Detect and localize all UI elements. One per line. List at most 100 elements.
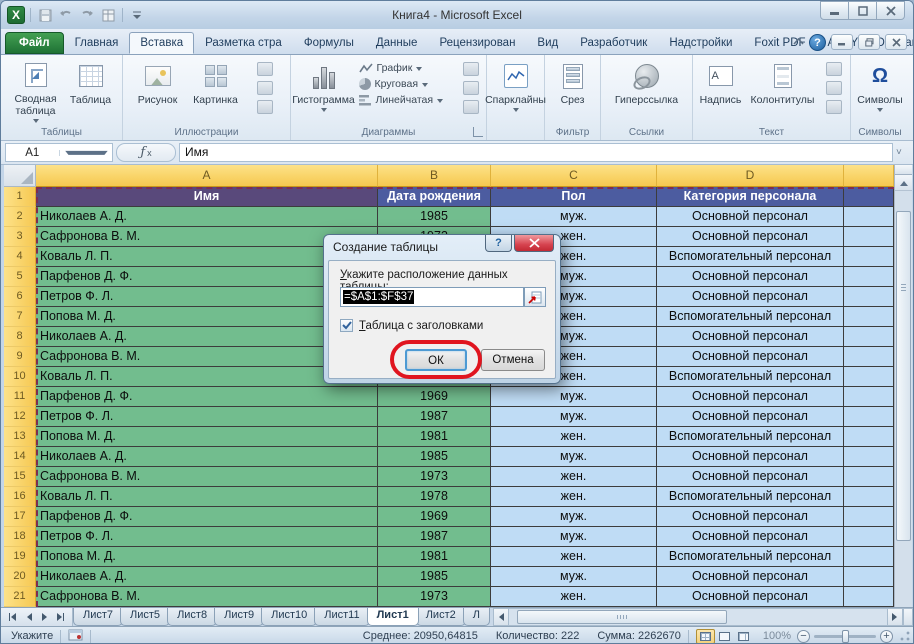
cell[interactable]: Вспомогательный персонал — [657, 487, 844, 507]
cell[interactable]: Петров Ф. Л. — [36, 407, 378, 427]
cell[interactable]: 1985 — [378, 567, 491, 587]
cell[interactable]: Сафронова В. М. — [36, 467, 378, 487]
row-header-12[interactable]: 12 — [4, 407, 36, 427]
ribbon-tab-разметка-стра[interactable]: Разметка стра — [194, 32, 293, 54]
ribbon-tab-формулы[interactable]: Формулы — [293, 32, 365, 54]
cell[interactable]: муж. — [491, 207, 657, 227]
sheet-tab-лист2[interactable]: Лист2 — [416, 608, 466, 626]
cell[interactable]: 1985 — [378, 207, 491, 227]
sheet-tab-лист11[interactable]: Лист11 — [314, 608, 369, 626]
row-header-20[interactable]: 20 — [4, 567, 36, 587]
cell[interactable]: 1969 — [378, 387, 491, 407]
cell[interactable]: жен. — [491, 587, 657, 607]
row-header-1[interactable]: 1 — [4, 187, 36, 207]
scatter-chart-icon[interactable] — [463, 81, 479, 95]
cell[interactable]: Парфенов Д. Ф. — [36, 387, 378, 407]
cell[interactable]: Основной персонал — [657, 507, 844, 527]
cell[interactable]: 1978 — [378, 487, 491, 507]
vertical-scroll-thumb[interactable] — [896, 211, 911, 541]
cell[interactable] — [844, 527, 894, 547]
cell[interactable] — [844, 387, 894, 407]
cell[interactable]: Пол — [491, 187, 657, 207]
hyperlink-button[interactable]: Гиперссылка — [607, 57, 687, 123]
cell[interactable]: 1973 — [378, 587, 491, 607]
cell[interactable]: Основной персонал — [657, 587, 844, 607]
minimize-button[interactable] — [820, 1, 849, 20]
cell[interactable]: муж. — [491, 567, 657, 587]
picture-button[interactable]: Рисунок — [130, 57, 186, 123]
cell[interactable] — [844, 427, 894, 447]
tab-split-handle[interactable] — [903, 608, 913, 626]
expand-formula-bar-icon[interactable]: ˅ — [896, 147, 909, 158]
cell[interactable] — [844, 327, 894, 347]
cell[interactable] — [844, 567, 894, 587]
dialog-help-button[interactable]: ? — [485, 235, 512, 252]
pie-chart-button[interactable]: Круговая — [355, 78, 457, 90]
headers-checkbox[interactable] — [340, 319, 353, 332]
zoom-slider[interactable] — [814, 635, 876, 638]
cell[interactable]: Коваль Л. П. — [36, 487, 378, 507]
cell[interactable]: жен. — [491, 467, 657, 487]
cell[interactable]: 1987 — [378, 407, 491, 427]
cell[interactable] — [844, 227, 894, 247]
cell[interactable]: Вспомогательный персонал — [657, 247, 844, 267]
row-header-2[interactable]: 2 — [4, 207, 36, 227]
signature-line-icon[interactable] — [826, 81, 842, 95]
vertical-scrollbar[interactable] — [894, 165, 912, 607]
ribbon-tab-надстройки[interactable]: Надстройки — [658, 32, 743, 54]
cell[interactable]: Основной персонал — [657, 567, 844, 587]
ribbon-tab-вставка[interactable]: Вставка — [129, 32, 194, 54]
range-picker-button[interactable] — [524, 287, 546, 307]
cancel-button[interactable]: Отмена — [481, 349, 545, 371]
ribbon-tab-файл[interactable]: Файл — [5, 32, 64, 54]
slicer-button[interactable]: Срез — [548, 57, 598, 123]
cell[interactable]: Вспомогательный персонал — [657, 307, 844, 327]
cell[interactable]: Категория персонала — [657, 187, 844, 207]
zoom-out-button[interactable]: − — [797, 630, 810, 643]
ribbon-tab-главная[interactable]: Главная — [64, 32, 130, 54]
restore-button[interactable] — [848, 1, 877, 20]
cell[interactable] — [844, 287, 894, 307]
collapse-ribbon-icon[interactable] — [793, 33, 804, 51]
cell[interactable] — [844, 447, 894, 467]
row-header-3[interactable]: 3 — [4, 227, 36, 247]
row-header-14[interactable]: 14 — [4, 447, 36, 467]
row-header-16[interactable]: 16 — [4, 487, 36, 507]
split-handle[interactable] — [895, 165, 912, 175]
page-break-view-button[interactable] — [734, 629, 753, 644]
shapes-icon[interactable] — [257, 62, 273, 76]
cell[interactable]: Сафронова В. М. — [36, 587, 378, 607]
last-sheet-icon[interactable] — [53, 610, 68, 625]
cell[interactable]: жен. — [491, 427, 657, 447]
row-header-4[interactable]: 4 — [4, 247, 36, 267]
sheet-tab-л[interactable]: Л — [463, 608, 490, 626]
range-input[interactable]: =$A$1:$F$37 — [340, 287, 524, 307]
cell[interactable]: Основной персонал — [657, 207, 844, 227]
cell[interactable]: муж. — [491, 387, 657, 407]
row-header-5[interactable]: 5 — [4, 267, 36, 287]
cell[interactable] — [844, 247, 894, 267]
sheet-tab-лист1[interactable]: Лист1 — [367, 608, 419, 626]
row-header-11[interactable]: 11 — [4, 387, 36, 407]
other-charts-icon[interactable] — [463, 100, 479, 114]
macro-record-icon[interactable] — [68, 629, 83, 644]
row-header-6[interactable]: 6 — [4, 287, 36, 307]
sheet-tab-лист8[interactable]: Лист8 — [167, 608, 217, 626]
row-header-18[interactable]: 18 — [4, 527, 36, 547]
row-header-8[interactable]: 8 — [4, 327, 36, 347]
name-box-dropdown-icon[interactable] — [59, 150, 113, 156]
select-all-corner[interactable] — [4, 165, 36, 187]
cell[interactable]: Основной персонал — [657, 227, 844, 247]
horizontal-scroll-track[interactable] — [509, 608, 887, 626]
formula-input[interactable]: Имя — [179, 143, 893, 162]
cell[interactable] — [844, 407, 894, 427]
cell[interactable]: Николаев А. Д. — [36, 447, 378, 467]
row-header-19[interactable]: 19 — [4, 547, 36, 567]
close-button[interactable] — [876, 1, 905, 20]
row-header-9[interactable]: 9 — [4, 347, 36, 367]
workbook-restore-button[interactable] — [858, 34, 880, 50]
cell[interactable]: муж. — [491, 447, 657, 467]
cell[interactable]: Вспомогательный персонал — [657, 367, 844, 387]
zoom-slider-thumb[interactable] — [842, 630, 849, 643]
normal-view-button[interactable] — [696, 629, 715, 644]
